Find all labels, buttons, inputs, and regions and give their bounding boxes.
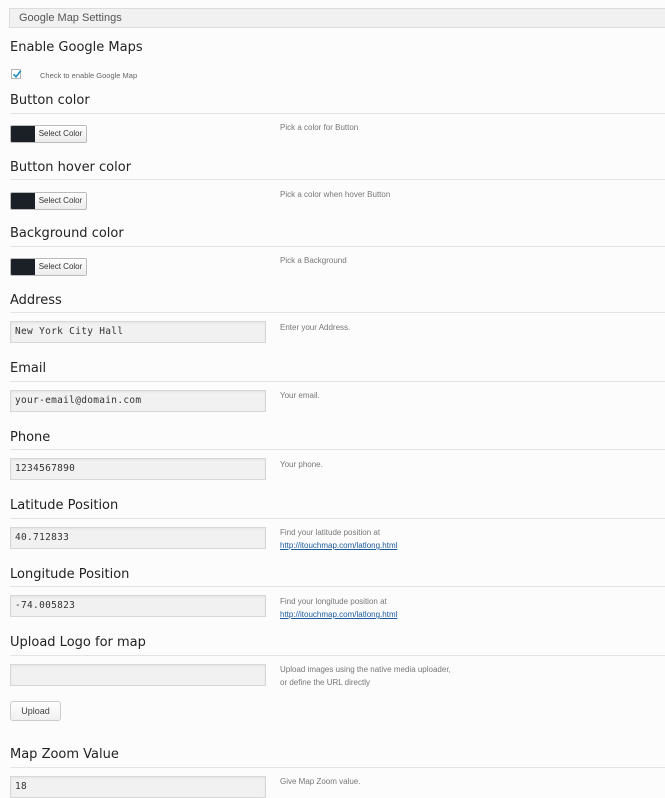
divider bbox=[10, 113, 665, 114]
latitude-input[interactable]: 40.712833 bbox=[10, 527, 266, 549]
enable-google-map-label: Check to enable Google Map bbox=[40, 71, 138, 80]
email-input[interactable]: your-email@domain.com bbox=[10, 390, 266, 412]
color-swatch bbox=[11, 126, 35, 142]
divider bbox=[10, 179, 665, 180]
latitude-desc-text: Find your latitude position at bbox=[280, 528, 381, 537]
color-swatch bbox=[11, 193, 35, 209]
longitude-title: Longitude Position bbox=[10, 567, 130, 582]
button-hover-color-picker[interactable]: Select Color bbox=[10, 192, 87, 210]
phone-desc: Your phone. bbox=[280, 460, 323, 469]
address-desc: Enter your Address. bbox=[280, 323, 351, 332]
upload-logo-title: Upload Logo for map bbox=[10, 635, 146, 650]
button-hover-color-desc: Pick a color when hover Button bbox=[280, 190, 391, 199]
background-color-desc: Pick a Background bbox=[280, 256, 347, 265]
longitude-desc: Find your longitude position at http://i… bbox=[280, 595, 397, 621]
phone-input[interactable]: 1234567890 bbox=[10, 458, 266, 480]
button-color-desc: Pick a color for Button bbox=[280, 123, 359, 132]
latitude-link[interactable]: http://itouchmap.com/latlong.html bbox=[280, 541, 397, 550]
email-desc: Your email. bbox=[280, 391, 320, 400]
button-color-title: Button color bbox=[10, 93, 90, 108]
map-zoom-title: Map Zoom Value bbox=[10, 747, 119, 762]
longitude-link[interactable]: http://itouchmap.com/latlong.html bbox=[280, 610, 397, 619]
upload-logo-desc-line1: Upload images using the native media upl… bbox=[280, 665, 451, 674]
button-color-picker[interactable]: Select Color bbox=[10, 125, 87, 143]
divider bbox=[10, 767, 665, 768]
longitude-input[interactable]: -74.005823 bbox=[10, 595, 266, 617]
select-color-label: Select Color bbox=[35, 259, 86, 275]
select-color-label: Select Color bbox=[35, 193, 86, 209]
upload-logo-desc-line2: or define the URL directly bbox=[280, 678, 370, 687]
latitude-title: Latitude Position bbox=[10, 498, 119, 513]
upload-button[interactable]: Upload bbox=[10, 701, 61, 721]
settings-header: Google Map Settings bbox=[9, 8, 665, 28]
address-title: Address bbox=[10, 293, 62, 308]
checkmark-icon bbox=[12, 70, 22, 79]
divider bbox=[10, 449, 665, 450]
background-color-picker[interactable]: Select Color bbox=[10, 258, 87, 276]
color-swatch bbox=[11, 259, 35, 275]
divider bbox=[10, 312, 665, 313]
divider bbox=[10, 246, 665, 247]
longitude-desc-text: Find your longitude position at bbox=[280, 597, 387, 606]
map-zoom-input[interactable]: 18 bbox=[10, 776, 266, 798]
upload-logo-url-input[interactable] bbox=[10, 664, 266, 686]
address-input[interactable]: New York City Hall bbox=[10, 321, 266, 343]
phone-title: Phone bbox=[10, 430, 51, 445]
latitude-desc: Find your latitude position at http://it… bbox=[280, 526, 397, 552]
upload-logo-desc: Upload images using the native media upl… bbox=[280, 663, 451, 689]
divider bbox=[10, 655, 665, 656]
email-title: Email bbox=[10, 361, 47, 376]
enable-google-maps-title: Enable Google Maps bbox=[10, 40, 143, 55]
divider bbox=[10, 586, 665, 587]
enable-google-map-checkbox[interactable] bbox=[11, 69, 22, 79]
background-color-title: Background color bbox=[10, 226, 124, 241]
select-color-label: Select Color bbox=[35, 126, 86, 142]
divider bbox=[10, 518, 665, 519]
map-zoom-desc: Give Map Zoom value. bbox=[280, 777, 361, 786]
button-hover-color-title: Button hover color bbox=[10, 160, 132, 175]
divider bbox=[10, 381, 665, 382]
